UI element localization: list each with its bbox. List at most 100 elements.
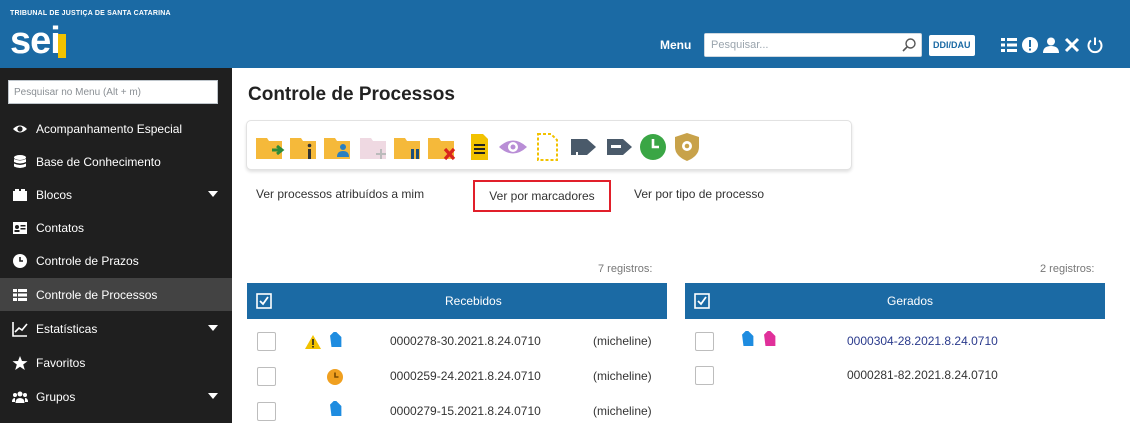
- sidebar-item-acompanhamento-especial[interactable]: Acompanhamento Especial: [0, 112, 232, 145]
- assigned-user: (micheline): [593, 334, 652, 348]
- process-number-link[interactable]: 0000278-30.2021.8.24.0710: [390, 334, 541, 348]
- process-number-link[interactable]: 0000259-24.2021.8.24.0710: [390, 369, 541, 383]
- gerados-count: 2 registros:: [1040, 263, 1095, 275]
- warning-icon: [305, 335, 321, 349]
- select-all-checkbox-icon[interactable]: [694, 293, 710, 309]
- row-checkbox[interactable]: [257, 402, 276, 421]
- delete-process-icon[interactable]: [427, 132, 459, 162]
- sidebar-item-label: Controle de Processos: [36, 287, 158, 302]
- table-row: 0000281-82.2021.8.24.0710: [685, 360, 1105, 394]
- header-search: [704, 33, 922, 57]
- sidebar-item-label: Estatísticas: [36, 321, 98, 336]
- tools-icon[interactable]: [1063, 36, 1081, 54]
- chart-icon: [12, 321, 28, 337]
- orange-clock-icon: [327, 369, 343, 385]
- database-icon: [12, 154, 28, 170]
- group-icon: [12, 389, 28, 405]
- search-input[interactable]: [705, 34, 895, 56]
- sidebar-item-controle-de-processos[interactable]: Controle de Processos: [0, 278, 232, 311]
- row-checkbox[interactable]: [257, 367, 276, 386]
- assigned-user: (micheline): [593, 404, 652, 418]
- org-name: TRIBUNAL DE JUSTIÇA DE SANTA CATARINA: [10, 10, 171, 17]
- sidebar-item-label: Favoritos: [36, 355, 86, 370]
- logo-text: sei: [10, 20, 61, 62]
- process-number-link[interactable]: 0000304-28.2021.8.24.0710: [847, 334, 998, 348]
- sidebar-item-label: Controle de Prazos: [36, 253, 139, 268]
- user-icon[interactable]: [1042, 36, 1060, 54]
- ddi-dau-button[interactable]: DDI/DAU: [929, 35, 975, 56]
- logo-dot: [58, 34, 66, 58]
- recebidos-count: 7 registros:: [598, 263, 653, 275]
- select-all-checkbox-icon[interactable]: [256, 293, 272, 309]
- row-checkbox[interactable]: [695, 332, 714, 351]
- document-icon[interactable]: [463, 132, 495, 162]
- process-toolbar: [246, 120, 852, 170]
- sidebar-item-favoritos[interactable]: Favoritos: [0, 346, 232, 379]
- filter-by-process-type-link[interactable]: Ver por tipo de processo: [634, 187, 764, 201]
- process-number-link[interactable]: 0000279-15.2021.8.24.0710: [390, 404, 541, 418]
- contact-card-icon: [12, 220, 28, 236]
- blue-tag-icon: [330, 401, 342, 416]
- blocks-icon: [12, 187, 28, 203]
- blue-tag-icon: [742, 331, 754, 346]
- info-icon[interactable]: [1021, 36, 1039, 54]
- process-number-link[interactable]: 0000281-82.2021.8.24.0710: [847, 368, 998, 382]
- row-checkbox[interactable]: [257, 332, 276, 351]
- table-row: 0000278-30.2021.8.24.0710 (micheline): [247, 325, 667, 359]
- chevron-down-icon[interactable]: [208, 325, 218, 331]
- filter-by-markers-link[interactable]: Ver por marcadores: [473, 180, 611, 212]
- list-icon: [12, 287, 28, 303]
- chevron-down-icon[interactable]: [208, 393, 218, 399]
- pink-tag-icon: [764, 331, 776, 346]
- pause-process-icon[interactable]: [393, 132, 425, 162]
- chevron-down-icon[interactable]: [208, 191, 218, 197]
- power-icon[interactable]: [1086, 36, 1104, 54]
- clock-icon: [12, 253, 28, 269]
- sidebar-item-label: Blocos: [36, 187, 73, 202]
- sidebar-item-contatos[interactable]: Contatos: [0, 211, 232, 244]
- star-icon: [12, 355, 28, 371]
- top-header: TRIBUNAL DE JUSTIÇA DE SANTA CATARINA se…: [0, 0, 1130, 68]
- gerados-table-header: Gerados: [685, 283, 1105, 319]
- filter-by-markers-label: Ver por marcadores: [489, 189, 595, 203]
- assigned-user: (micheline): [593, 369, 652, 383]
- list-icon[interactable]: [1000, 36, 1018, 54]
- new-process-icon[interactable]: [359, 132, 391, 162]
- recebidos-table-header: Recebidos: [247, 283, 667, 319]
- shield-icon[interactable]: [671, 132, 703, 162]
- marker-icon[interactable]: [603, 132, 635, 162]
- gerados-title: Gerados: [887, 294, 934, 308]
- send-process-icon[interactable]: [255, 132, 287, 162]
- sidebar-item-estatisticas[interactable]: Estatísticas: [0, 312, 232, 345]
- sidebar-item-label: Acompanhamento Especial: [36, 121, 183, 136]
- sidebar-item-label: Contatos: [36, 220, 85, 235]
- add-marker-icon[interactable]: [567, 132, 599, 162]
- row-checkbox[interactable]: [695, 366, 714, 385]
- blank-document-icon[interactable]: [531, 132, 563, 162]
- table-row: 0000259-24.2021.8.24.0710 (micheline): [247, 360, 667, 394]
- menu-label[interactable]: Menu: [660, 38, 691, 52]
- blue-tag-icon: [330, 332, 342, 347]
- assign-process-icon[interactable]: [323, 132, 355, 162]
- page-title: Controle de Processos: [248, 84, 455, 105]
- sei-logo[interactable]: sei: [10, 20, 66, 62]
- sidebar-item-grupos[interactable]: Grupos: [0, 380, 232, 413]
- view-icon[interactable]: [497, 132, 529, 162]
- search-icon[interactable]: [901, 37, 917, 53]
- eye-icon: [12, 121, 28, 137]
- sidebar-item-blocos[interactable]: Blocos: [0, 178, 232, 211]
- sidebar-item-base-de-conhecimento[interactable]: Base de Conhecimento: [0, 145, 232, 178]
- sidebar-item-label: Base de Conhecimento: [36, 154, 161, 169]
- info-process-icon[interactable]: [289, 132, 321, 162]
- app-window: TRIBUNAL DE JUSTIÇA DE SANTA CATARINA se…: [0, 0, 1130, 423]
- sidebar-item-label: Grupos: [36, 389, 76, 404]
- sidebar-search-input[interactable]: [9, 81, 217, 103]
- table-row: 0000279-15.2021.8.24.0710 (micheline): [247, 394, 667, 423]
- sidebar-search: [8, 80, 218, 104]
- filter-assigned-to-me-link[interactable]: Ver processos atribuídos a mim: [256, 187, 424, 201]
- table-row: 0000304-28.2021.8.24.0710: [685, 325, 1105, 359]
- recebidos-title: Recebidos: [445, 294, 502, 308]
- deadline-clock-icon[interactable]: [637, 132, 669, 162]
- sidebar-item-controle-de-prazos[interactable]: Controle de Prazos: [0, 244, 232, 277]
- sidebar: Acompanhamento Especial Base de Conhecim…: [0, 68, 232, 423]
